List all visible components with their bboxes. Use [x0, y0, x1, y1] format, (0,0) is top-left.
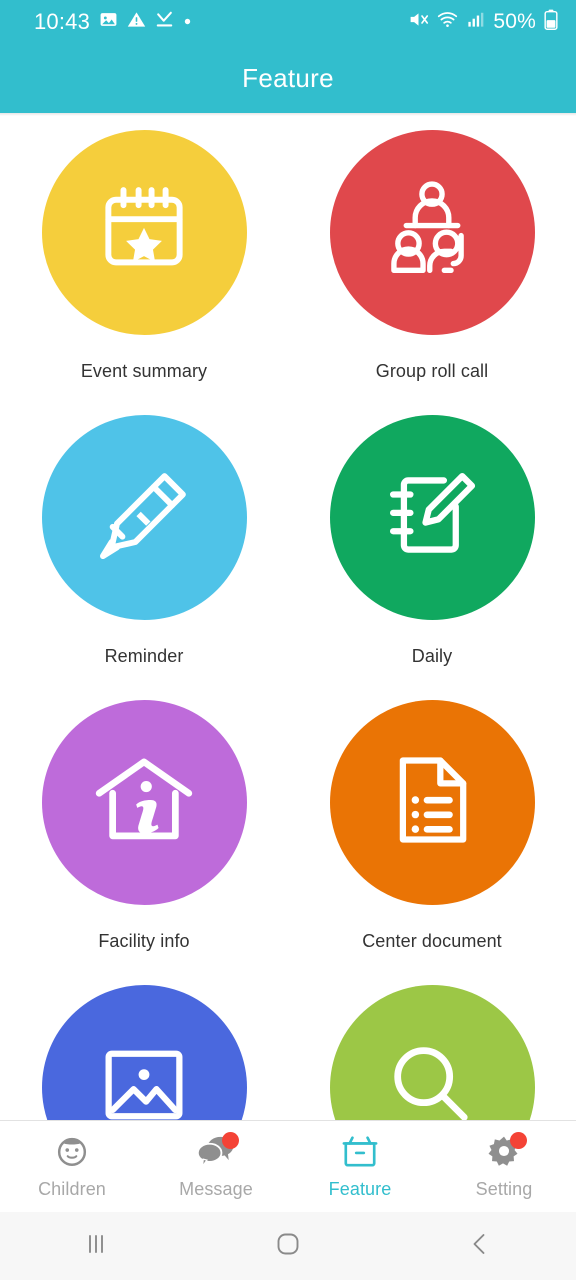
document-list-icon [380, 748, 484, 857]
feature-tile-label: Facility info [98, 931, 190, 951]
grid-row-spacer [288, 667, 576, 700]
feature-icon-circle[interactable] [41, 415, 247, 620]
group-rollcall-icon [376, 174, 488, 291]
feature-grid: Event summary Group roll call Reminder D… [0, 116, 576, 1120]
status-bar-clock: 10:43 [34, 9, 91, 34]
search-icon [380, 1033, 484, 1120]
notebook-edit-icon [378, 461, 486, 574]
badge-dot [222, 1132, 239, 1149]
house-info-icon [88, 744, 200, 861]
wifi-icon [437, 9, 458, 35]
grid-row-spacer [288, 952, 576, 985]
feature-tile-event-summary[interactable]: Event summary [0, 130, 288, 382]
feature-grid-scroll[interactable]: Event summary Group roll call Reminder D… [0, 116, 576, 1120]
feature-tile-label: Daily [411, 646, 453, 666]
status-bar: 10:43 50% [0, 0, 576, 44]
tab-icon-wrap [194, 1132, 239, 1173]
grid-row-spacer [0, 667, 288, 700]
app-bar: Feature [0, 44, 576, 113]
battery-percent-label: 50% [493, 10, 536, 33]
home-circle-icon [274, 1230, 302, 1263]
baby-face-icon [53, 1132, 91, 1175]
status-bar-left: 10:43 [34, 9, 192, 35]
feature-tile-daily[interactable]: Daily [288, 415, 576, 667]
image-icon [99, 10, 118, 34]
archive-box-icon [341, 1133, 379, 1174]
feature-tile-facility-info[interactable]: Facility info [0, 700, 288, 952]
tab-children[interactable]: Children [0, 1121, 144, 1212]
feature-icon-circle[interactable] [329, 700, 535, 905]
feature-tile-center-document[interactable]: Center document [288, 700, 576, 952]
badge-dot [510, 1132, 527, 1149]
mute-icon [408, 9, 429, 35]
grid-row-spacer [0, 382, 288, 415]
feature-tile-label: Center document [362, 931, 502, 951]
dot-icon [183, 13, 192, 31]
bottom-tab-bar: Children Message Feature Setting [0, 1120, 576, 1212]
feature-icon-circle[interactable] [329, 985, 535, 1120]
back-chevron-icon [467, 1231, 493, 1262]
tab-icon-wrap [482, 1132, 527, 1173]
grid-row-spacer [288, 382, 576, 415]
tab-message[interactable]: Message [144, 1121, 288, 1212]
recents-icon [83, 1231, 109, 1262]
signal-bars-icon [466, 10, 485, 34]
back-button[interactable] [384, 1231, 576, 1262]
android-nav-bar [0, 1212, 576, 1280]
feature-icon-circle[interactable] [41, 130, 247, 335]
calendar-star-icon [90, 176, 198, 289]
battery-icon [544, 9, 558, 35]
feature-tile-label: Reminder [104, 646, 184, 666]
tab-feature[interactable]: Feature [288, 1121, 432, 1212]
tab-label: Children [38, 1179, 106, 1199]
page-title: Feature [242, 63, 334, 93]
feature-tile-label: Group roll call [375, 361, 489, 381]
phone-screen: 10:43 50% Feature Event summary Group ro… [0, 0, 576, 1280]
feature-icon-circle[interactable] [41, 700, 247, 905]
tab-label: Feature [328, 1179, 392, 1199]
download-complete-icon [155, 10, 174, 34]
feature-icon-circle[interactable] [329, 415, 535, 620]
recents-button[interactable] [0, 1231, 192, 1262]
feature-tile-label: Event summary [80, 361, 208, 381]
tab-icon-wrap [50, 1133, 94, 1173]
feature-icon-circle[interactable] [41, 985, 247, 1120]
tab-setting[interactable]: Setting [432, 1121, 576, 1212]
home-button[interactable] [192, 1230, 384, 1263]
feature-tile-group-roll-call[interactable]: Group roll call [288, 130, 576, 382]
tab-label: Message [179, 1179, 253, 1199]
warning-triangle-icon [127, 10, 146, 34]
grid-row-spacer [0, 952, 288, 985]
feature-tile-photo[interactable] [0, 985, 288, 1120]
feature-icon-circle[interactable] [329, 130, 535, 335]
feature-tile-search[interactable] [288, 985, 576, 1120]
photo-icon [92, 1033, 196, 1120]
tab-label: Setting [475, 1179, 533, 1199]
status-bar-right: 50% [408, 9, 558, 35]
tab-icon-wrap [338, 1133, 382, 1173]
pencil-icon [90, 461, 198, 574]
feature-tile-reminder[interactable]: Reminder [0, 415, 288, 667]
